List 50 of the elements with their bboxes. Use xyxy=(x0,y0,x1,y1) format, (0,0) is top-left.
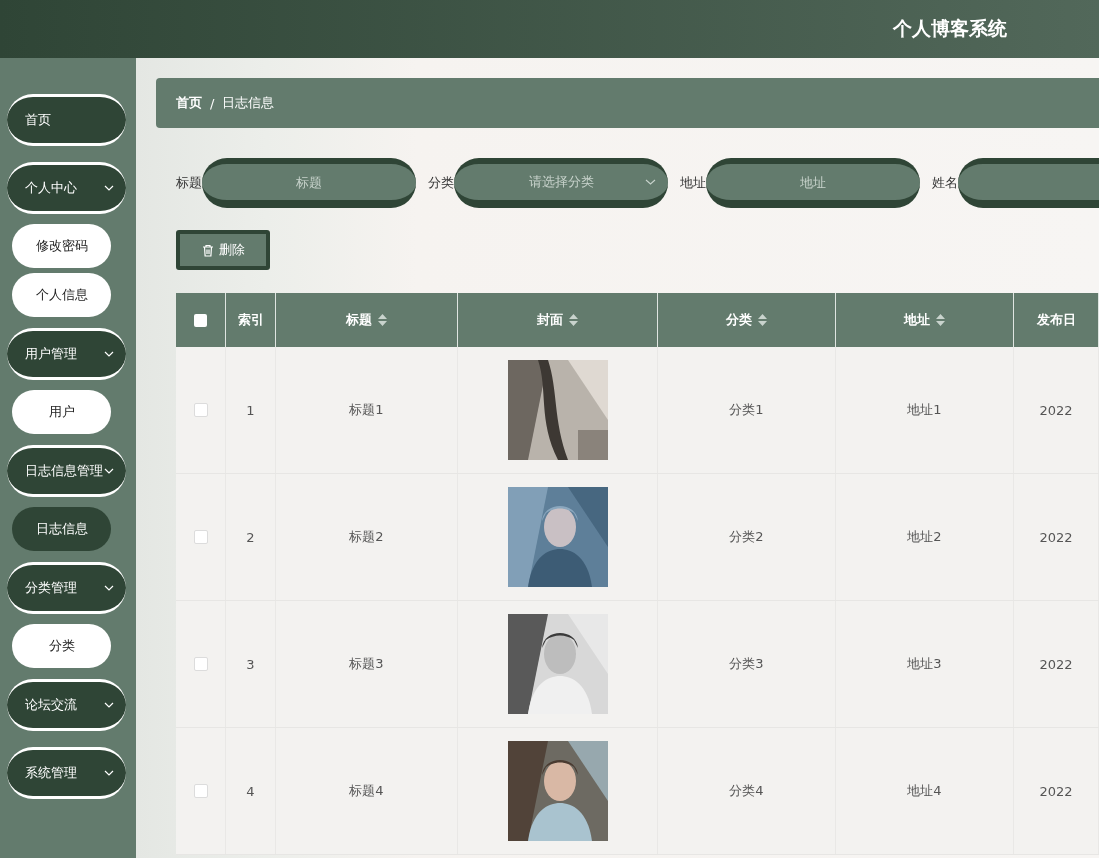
menu-item[interactable]: 系统管理 xyxy=(7,747,126,799)
table-cell: 分类1 xyxy=(729,401,764,419)
input-field[interactable]: 地址 xyxy=(706,158,920,208)
table-cell: 2022 xyxy=(1039,529,1073,545)
table-cell: 分类2 xyxy=(729,528,764,546)
submenu-item[interactable]: 个人信息 xyxy=(12,273,111,317)
app-title: 个人博客系统 xyxy=(893,16,1007,41)
table-cell: 地址2 xyxy=(907,528,942,546)
table-cell: 2022 xyxy=(1039,402,1073,418)
row-checkbox[interactable] xyxy=(193,530,208,544)
table-cell: 2 xyxy=(246,529,255,545)
table-cell: 4 xyxy=(246,783,255,799)
breadcrumb-separator: / xyxy=(210,95,215,111)
select-all-checkbox[interactable] xyxy=(194,313,207,327)
delete-button[interactable]: 删除 xyxy=(176,230,270,270)
table-cell: 1 xyxy=(246,402,255,418)
breadcrumb-item: 日志信息 xyxy=(222,94,275,112)
table-cell: 标题2 xyxy=(349,528,384,546)
table-cell: 标题4 xyxy=(349,782,384,800)
filter-label: 标题 xyxy=(176,174,202,192)
table-cell: 分类3 xyxy=(729,655,764,673)
table-cell: 3 xyxy=(246,656,255,672)
menu-item[interactable]: 个人中心 xyxy=(7,162,126,214)
submenu-item[interactable]: 用户 xyxy=(12,390,111,434)
table-cell: 分类4 xyxy=(729,782,764,800)
filter-label: 姓名 xyxy=(932,174,958,192)
submenu-item[interactable]: 修改密码 xyxy=(12,224,111,268)
menu-item[interactable]: 首页 xyxy=(7,94,126,146)
table-cell: 地址3 xyxy=(907,655,942,673)
submenu-item[interactable]: 分类 xyxy=(12,624,111,668)
table-cell: 2022 xyxy=(1039,656,1073,672)
trash-icon xyxy=(201,243,214,257)
breadcrumb-item[interactable]: 首页 xyxy=(176,94,202,112)
chevron-icon xyxy=(645,179,656,185)
submenu-item[interactable]: 日志信息 xyxy=(12,507,111,551)
table-cell: 2022 xyxy=(1039,783,1073,799)
table-cell: 地址4 xyxy=(907,782,942,800)
menu-item[interactable]: 论坛交流 xyxy=(7,679,126,731)
table-cell: 标题1 xyxy=(349,401,384,419)
table-cell: 地址1 xyxy=(907,401,942,419)
row-checkbox[interactable] xyxy=(193,657,208,671)
table-cell: 标题3 xyxy=(349,655,384,673)
filter-label: 地址 xyxy=(680,174,706,192)
row-checkbox[interactable] xyxy=(193,784,208,798)
menu-item[interactable]: 分类管理 xyxy=(7,562,126,614)
row-checkbox[interactable] xyxy=(193,403,208,417)
menu-item[interactable]: 日志信息管理 xyxy=(7,445,126,497)
filter-label: 分类 xyxy=(428,174,454,192)
input-field[interactable]: 标题 xyxy=(202,158,416,208)
menu-item[interactable]: 用户管理 xyxy=(7,328,126,380)
